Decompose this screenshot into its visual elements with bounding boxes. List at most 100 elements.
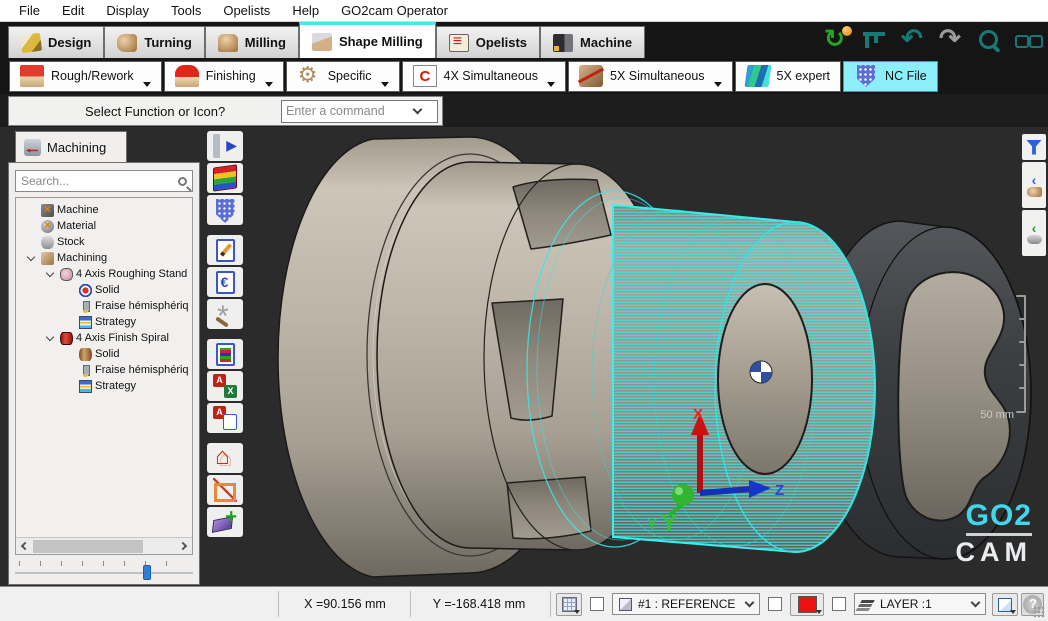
filter-button[interactable] xyxy=(1022,134,1046,160)
cost-document-icon xyxy=(216,271,235,294)
tab-shape-milling[interactable]: Shape Milling xyxy=(299,22,436,58)
command-combobox[interactable] xyxy=(281,100,438,123)
chevron-down-icon[interactable] xyxy=(26,252,38,264)
search-input[interactable] xyxy=(21,174,178,188)
svg-text:X: X xyxy=(693,406,703,423)
chevron-down-icon[interactable] xyxy=(45,332,57,344)
menu-item-tools[interactable]: Tools xyxy=(160,1,212,20)
side-toolbar-button-nc-shield-icon[interactable] xyxy=(207,195,243,225)
ribbon-button-rough-rework[interactable]: Rough/Rework xyxy=(9,61,162,92)
side-toolbar-button-symmetry-icon[interactable] xyxy=(207,475,243,505)
divider xyxy=(550,591,551,617)
menu-item-go2cam-operator[interactable]: GO2cam Operator xyxy=(330,1,459,20)
roughing-op-icon xyxy=(60,268,73,281)
chevron-down-icon[interactable] xyxy=(64,300,76,312)
slider-track[interactable] xyxy=(15,572,193,574)
menu-item-opelists[interactable]: Opelists xyxy=(212,1,281,20)
ribbon-button-finishing[interactable]: Finishing xyxy=(164,61,284,92)
tab-milling[interactable]: Milling xyxy=(205,26,299,58)
tree-item-stock[interactable]: Stock xyxy=(16,234,192,250)
go2cam-logo: GO2 CAM xyxy=(956,501,1033,566)
side-toolbar-button-cost-document-icon[interactable] xyxy=(207,267,243,297)
side-toolbar-button-rendering-icon[interactable] xyxy=(207,163,243,193)
chevron-down-icon[interactable] xyxy=(45,268,57,280)
side-toolbar-button-add-solid-icon[interactable] xyxy=(207,507,243,537)
color-checkbox[interactable] xyxy=(768,597,782,611)
chevron-down-icon[interactable] xyxy=(26,220,38,232)
ribbon-button-5x-simultaneous[interactable]: 5X Simultaneous xyxy=(568,61,733,92)
undo-icon[interactable] xyxy=(900,27,928,55)
tree-search-box[interactable] xyxy=(15,170,193,192)
resize-grip[interactable] xyxy=(1033,606,1045,618)
side-toolbar-button-export-excel-icon[interactable] xyxy=(207,371,243,401)
tree-item-machine[interactable]: Machine xyxy=(16,202,192,218)
menu-item-help[interactable]: Help xyxy=(281,1,330,20)
view-cube-button[interactable] xyxy=(992,593,1018,616)
zoom-icon[interactable] xyxy=(976,27,1004,55)
chevron-down-icon[interactable] xyxy=(26,236,38,248)
chevron-down-icon[interactable] xyxy=(413,104,423,114)
sync-icon[interactable] xyxy=(824,27,852,55)
chevron-down-icon[interactable] xyxy=(26,204,38,216)
menu-item-file[interactable]: File xyxy=(8,1,51,20)
grid-toggle-button[interactable] xyxy=(556,593,582,616)
scroll-left-icon[interactable] xyxy=(21,542,29,550)
chevron-down-icon[interactable] xyxy=(64,380,76,392)
tree-item-fraise-h-misph-riq[interactable]: Fraise hémisphériq xyxy=(16,298,192,314)
reference-dropdown[interactable]: #1 : REFERENCE xyxy=(612,593,760,615)
tree-item-material[interactable]: Material xyxy=(16,218,192,234)
tab-machine[interactable]: Machine xyxy=(540,26,645,58)
tree-item-strategy[interactable]: Strategy xyxy=(16,378,192,394)
tree-zoom-slider[interactable] xyxy=(15,561,193,581)
scroll-right-icon[interactable] xyxy=(179,542,187,550)
menu-item-edit[interactable]: Edit xyxy=(51,1,95,20)
chevron-down-icon[interactable] xyxy=(64,316,76,328)
ribbon-button-4x-simultaneous[interactable]: 4X Simultaneous xyxy=(402,61,567,92)
tree-item-fraise-h-misph-riq[interactable]: Fraise hémisphériq xyxy=(16,362,192,378)
tree-item-machining[interactable]: Machining xyxy=(16,250,192,266)
tree-item-strategy[interactable]: Strategy xyxy=(16,314,192,330)
command-prompt-label: Select Function or Icon? xyxy=(85,104,225,119)
scrollbar-thumb[interactable] xyxy=(33,540,143,553)
command-input[interactable] xyxy=(286,104,414,118)
tool-icon xyxy=(79,300,92,313)
machining-panel-tab[interactable]: Machining xyxy=(15,131,127,162)
caliper-icon[interactable] xyxy=(862,27,890,55)
stock-toggle-button[interactable]: ‹ xyxy=(1022,210,1046,256)
previous-part-button[interactable]: ‹ xyxy=(1022,162,1046,208)
ribbon-button-5x-expert[interactable]: 5X expert xyxy=(735,61,842,92)
chevron-down-icon[interactable] xyxy=(64,348,76,360)
side-toolbar-button-wizard-icon[interactable] xyxy=(207,299,243,329)
ribbon-button-specific[interactable]: Specific xyxy=(286,61,400,92)
side-toolbar-button-edit-document-icon[interactable] xyxy=(207,235,243,265)
side-toolbar xyxy=(205,131,245,539)
layer-checkbox[interactable] xyxy=(832,597,846,611)
tab-design[interactable]: Design xyxy=(8,26,104,58)
tree-item-4-axis-finish-spiral[interactable]: 4 Axis Finish Spiral xyxy=(16,330,192,346)
side-toolbar-button-simulation-icon[interactable] xyxy=(207,131,243,161)
layer-dropdown[interactable]: LAYER :1 xyxy=(854,593,986,615)
tree-horizontal-scrollbar[interactable] xyxy=(16,537,192,554)
tree-item-4-axis-roughing-stand[interactable]: 4 Axis Roughing Stand xyxy=(16,266,192,282)
tab-opelists[interactable]: Opelists xyxy=(436,26,540,58)
chevron-down-icon[interactable] xyxy=(64,364,76,376)
tree-item-solid[interactable]: Solid xyxy=(16,282,192,298)
tree-item-solid[interactable]: Solid xyxy=(16,346,192,362)
dropdown-arrow-icon xyxy=(714,82,722,87)
side-toolbar-button-report-icon[interactable] xyxy=(207,339,243,369)
chevron-left-icon: ‹ xyxy=(1032,174,1037,186)
chevron-down-icon[interactable] xyxy=(64,284,76,296)
reference-checkbox[interactable] xyxy=(590,597,604,611)
glasses-icon[interactable] xyxy=(1014,27,1042,55)
ribbon-button-nc-file[interactable]: NC File xyxy=(843,61,938,92)
slider-thumb[interactable] xyxy=(143,565,151,580)
scale-label: 50 mm xyxy=(954,409,1014,421)
menu-item-display[interactable]: Display xyxy=(95,1,160,20)
side-toolbar-button-home-set-icon[interactable] xyxy=(207,443,243,473)
tab-turning[interactable]: Turning xyxy=(104,26,204,58)
finishing-icon xyxy=(175,65,199,87)
color-picker-button[interactable] xyxy=(790,593,824,616)
symmetry-icon xyxy=(213,478,237,502)
side-toolbar-button-export-pdf-icon[interactable] xyxy=(207,403,243,433)
redo-icon[interactable] xyxy=(938,27,966,55)
